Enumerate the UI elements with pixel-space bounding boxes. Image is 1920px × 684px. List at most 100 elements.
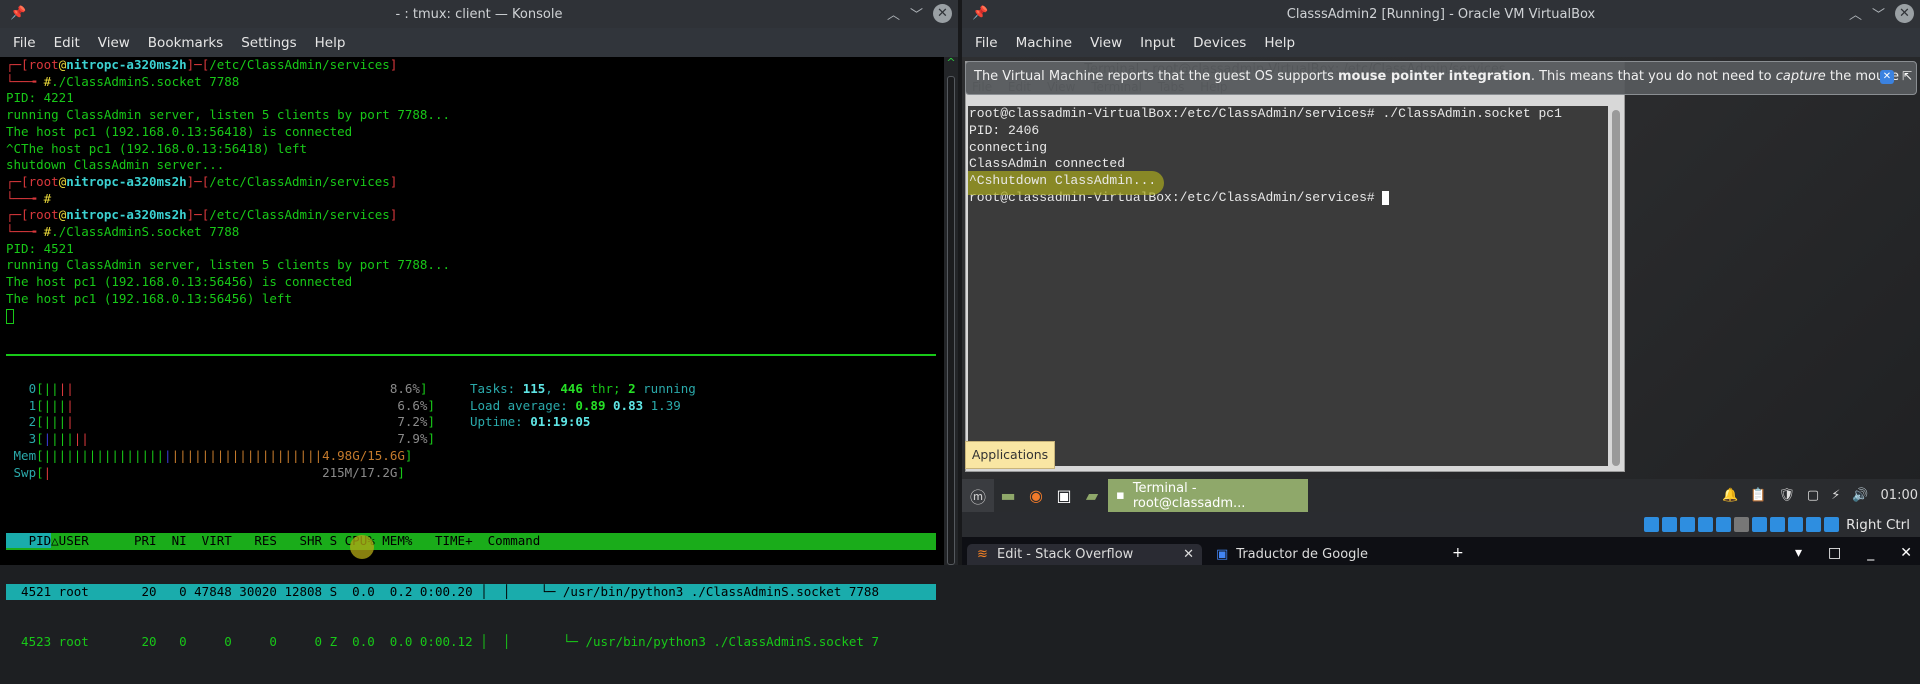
window-title: ClasssAdmin2 [Running] - Oracle VM Virtu… (1286, 6, 1596, 22)
scrollbar-thumb[interactable] (947, 76, 955, 565)
clipboard-icon[interactable]: 📋 (1750, 488, 1766, 503)
system-tray: 🔔 📋 🛡 ▢ ⚡ 🔊 01:00 (1722, 479, 1918, 512)
volume-icon[interactable]: 🔊 (1852, 488, 1868, 503)
close-icon[interactable]: ✕ (1900, 545, 1912, 561)
guest-terminal-output[interactable]: root@classadmin-VirtualBox:/etc/ClassAdm… (968, 106, 1608, 466)
notifications-icon[interactable]: 🔔 (1722, 488, 1738, 503)
output-line: running ClassAdmin server, listen 5 clie… (6, 107, 451, 123)
output-line: PID: 4221 (6, 90, 74, 106)
update-shield-icon[interactable]: 🛡 (1778, 488, 1795, 503)
menu-view[interactable]: View (1081, 35, 1131, 51)
terminal-launcher-icon[interactable]: ▣ (1050, 479, 1078, 512)
vm-display[interactable]: Terminal - root@classadmin-VirtualBox: /… (962, 57, 1920, 565)
menu-machine[interactable]: Machine (1007, 35, 1082, 51)
tmux-pane-divider (6, 354, 936, 356)
files-icon[interactable]: ▰ (1078, 479, 1106, 512)
menu-bookmarks[interactable]: Bookmarks (139, 35, 232, 51)
menu-help[interactable]: Help (306, 35, 355, 51)
konsole-titlebar: 📌 - : tmux: client — Konsole ︿ ﹀ ✕ (0, 0, 958, 28)
maximize-icon[interactable]: □ (1828, 545, 1841, 561)
output-line: The host pc1 (192.168.0.13:56456) left (6, 290, 292, 306)
minimize-icon[interactable]: _ (1867, 545, 1874, 561)
terminal-cursor (1382, 190, 1390, 205)
clock[interactable]: 01:00 (1881, 488, 1918, 503)
virtualbox-window: 📌 ClasssAdmin2 [Running] - Oracle VM Vir… (962, 0, 1920, 565)
vt-x-icon[interactable] (1788, 517, 1804, 532)
click-marker (350, 535, 374, 559)
stackoverflow-icon: ≋ (977, 547, 988, 562)
tab-list-icon[interactable]: ▾ (1795, 545, 1802, 561)
window-icon[interactable]: ▢ (1807, 488, 1819, 503)
display-icon[interactable] (1752, 517, 1768, 532)
show-desktop-icon[interactable]: ▬ (994, 479, 1022, 512)
output-line: ^CThe host pc1 (192.168.0.13:56418) left (6, 140, 308, 156)
new-tab-icon[interactable]: + (1452, 545, 1464, 561)
pin-icon[interactable]: 📌 (10, 6, 26, 21)
minimize-icon[interactable]: ︿ (887, 4, 900, 23)
mouse-pointer-disabled-icon[interactable]: ⇱ (1902, 69, 1912, 83)
menu-view[interactable]: View (89, 35, 139, 51)
load-average: Load average: 0.89 0.83 1.39 (470, 397, 681, 413)
keyboard-capture-icon[interactable] (1824, 517, 1840, 532)
audio-icon[interactable] (1680, 517, 1696, 532)
terminal-output[interactable]: ┌─[root@nitropc-a320ms2h]─[/etc/ClassAdm… (0, 57, 944, 565)
output-line: root@classadmin-VirtualBox:/etc/ClassAdm… (969, 106, 1562, 121)
power-icon[interactable]: ⚡ (1831, 488, 1840, 503)
hard-disk-icon[interactable] (1644, 517, 1660, 532)
recording-icon[interactable] (1770, 517, 1786, 532)
network-icon[interactable] (1698, 517, 1714, 532)
close-notice-icon[interactable]: ✕ (1880, 70, 1894, 84)
minimize-icon[interactable]: ︿ (1849, 4, 1862, 23)
vbox-titlebar: 📌 ClasssAdmin2 [Running] - Oracle VM Vir… (962, 0, 1920, 28)
scroll-up-icon[interactable]: ^ (944, 57, 958, 69)
process-table-header: PID△USER PRI NI VIRT RES SHR S CPU% MEM%… (6, 533, 936, 551)
google-translate-icon: ▣ (1216, 547, 1229, 562)
menu-settings[interactable]: Settings (232, 35, 305, 51)
menu-input[interactable]: Input (1131, 35, 1184, 51)
table-row[interactable]: 4521 root 20 0 47848 30020 12808 S 0.0 0… (6, 583, 936, 601)
mouse-integration-icon[interactable] (1806, 517, 1822, 532)
taskbar-terminal-item[interactable]: ▪ Terminal - root@classadm... (1108, 479, 1308, 512)
mint-menu-icon[interactable]: ⓜ (962, 479, 994, 512)
guest-terminal-window: Terminal - root@classadmin-VirtualBox: /… (965, 61, 1625, 472)
menu-devices[interactable]: Devices (1184, 35, 1255, 51)
output-line: shutdown ClassAdmin server... (6, 157, 225, 173)
command-line: └──╼ # (6, 190, 52, 206)
usb-icon[interactable] (1716, 517, 1732, 532)
menu-file[interactable]: File (966, 35, 1007, 51)
browser-tab-stackoverflow[interactable]: ≋ Edit - Stack Overflow ✕ (967, 544, 1202, 565)
browser-tabbar: ≋ Edit - Stack Overflow ✕ ▣ Traductor de Go… (962, 537, 1920, 565)
guest-scrollbar[interactable] (1612, 110, 1620, 466)
close-icon[interactable]: ✕ (1895, 4, 1914, 23)
cpu-meter-1: 1[|||| 6.6%] (28, 397, 435, 413)
optical-drive-icon[interactable] (1662, 517, 1678, 532)
konsole-window: 📌 - : tmux: client — Konsole ︿ ﹀ ✕ File … (0, 0, 958, 649)
window-title: - : tmux: client — Konsole (395, 6, 563, 22)
close-tab-icon[interactable]: ✕ (1183, 544, 1194, 565)
tasks-info: Tasks: 115, 446 thr; 2 running (470, 381, 696, 396)
terminal-cursor (6, 308, 14, 324)
shared-folders-icon[interactable] (1734, 517, 1750, 532)
process-table: PID△USER PRI NI VIRT RES SHR S CPU% MEM%… (6, 500, 936, 684)
menu-file[interactable]: File (4, 35, 45, 51)
firefox-icon[interactable]: ◉ (1022, 479, 1050, 512)
output-line: running ClassAdmin server, listen 5 clie… (6, 257, 451, 273)
maximize-icon[interactable]: ﹀ (1872, 4, 1885, 23)
applications-tooltip: Applications (965, 441, 1055, 469)
cpu-meter-0: 0[|||| 8.6%] (28, 381, 428, 396)
menu-edit[interactable]: Edit (45, 35, 89, 51)
pin-icon[interactable]: 📌 (972, 6, 988, 21)
terminal-scrollbar[interactable]: ^ (944, 57, 958, 565)
close-icon[interactable]: ✕ (933, 4, 952, 23)
htop-summary: Tasks: 115, 446 thr; 2 running Load avera… (470, 381, 696, 431)
browser-tab-translate[interactable]: ▣ Traductor de Google (1216, 544, 1368, 565)
maximize-icon[interactable]: ﹀ (910, 4, 923, 23)
table-row[interactable]: 4523 root 20 0 0 0 0 Z 0.0 0.0 0:00.12 │… (6, 634, 936, 651)
guest-taskbar: ⓜ ▬ ◉ ▣ ▰ ▪ Terminal - root@classadm... 🔔… (962, 479, 1920, 512)
cpu-meter-3: 3[|||||| 7.9%] (28, 431, 436, 447)
prompt-line: ┌─[root@nitropc-a320ms2h]─[/etc/ClassAdm… (6, 207, 398, 223)
prompt-line: ┌─[root@nitropc-a320ms2h]─[/etc/ClassAdm… (6, 173, 398, 189)
menu-help[interactable]: Help (1255, 35, 1304, 51)
command-line: └──╼ #./ClassAdminS.socket 7788 (6, 73, 240, 89)
output-line: ^Cshutdown ClassAdmin... (969, 173, 1157, 189)
